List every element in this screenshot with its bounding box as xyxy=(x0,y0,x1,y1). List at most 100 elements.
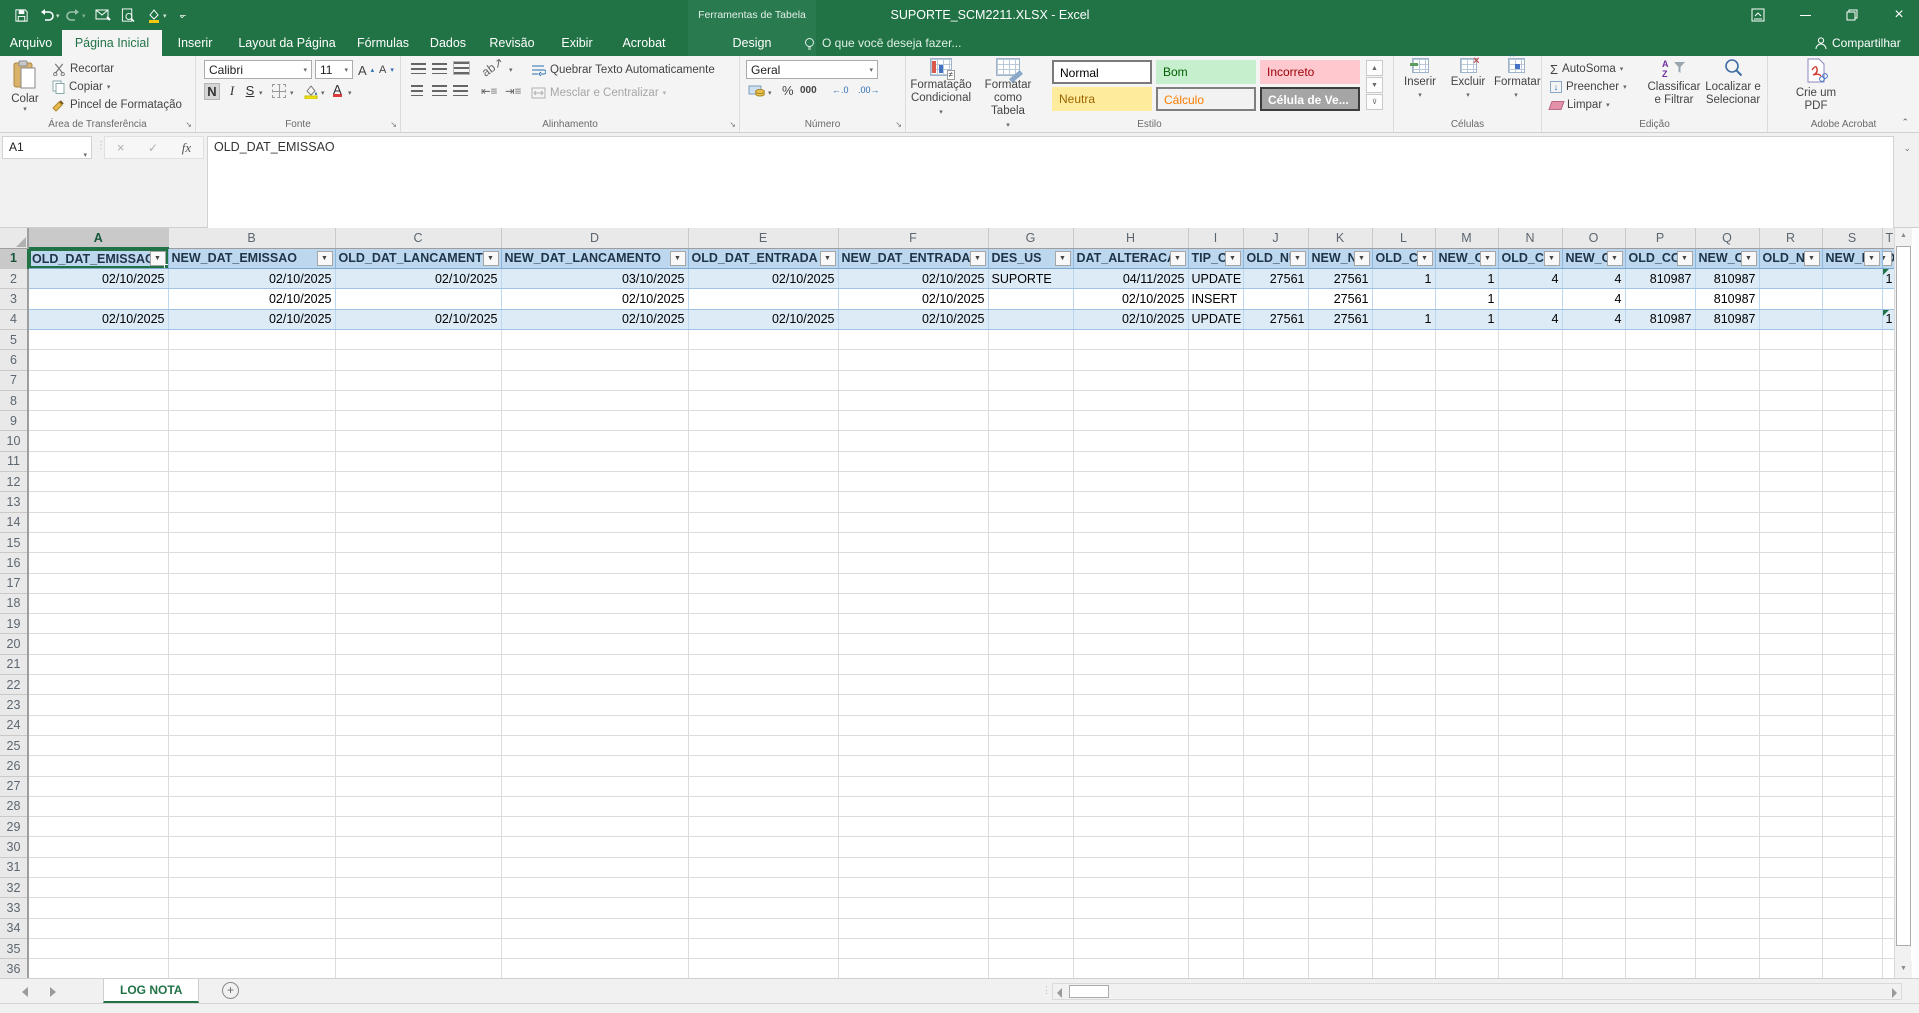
cell-F30[interactable] xyxy=(838,836,989,858)
cell-E8[interactable] xyxy=(688,390,839,412)
scroll-up-icon[interactable]: ▲ xyxy=(1895,228,1912,245)
cell-D33[interactable] xyxy=(501,897,689,919)
cell-J10[interactable] xyxy=(1243,430,1309,452)
table-header-cell-K1[interactable]: NEW_N ▼ xyxy=(1308,248,1373,270)
cell-H10[interactable] xyxy=(1073,430,1189,452)
cell-I19[interactable] xyxy=(1188,613,1244,635)
column-header-N[interactable]: N xyxy=(1498,228,1563,249)
cell-J21[interactable] xyxy=(1243,654,1309,676)
cell-A33[interactable] xyxy=(28,897,169,919)
cell-R32[interactable] xyxy=(1759,877,1823,899)
cell-J35[interactable] xyxy=(1243,938,1309,960)
cell-C11[interactable] xyxy=(335,451,502,473)
cell-K21[interactable] xyxy=(1308,654,1373,676)
cell-O4[interactable]: 4 xyxy=(1562,309,1626,330)
cell-R29[interactable] xyxy=(1759,816,1823,838)
cell-C6[interactable] xyxy=(335,349,502,371)
scroll-down-icon[interactable]: ▼ xyxy=(1895,961,1912,978)
cell-R14[interactable] xyxy=(1759,512,1823,533)
cell-L5[interactable] xyxy=(1372,329,1436,351)
cell-I2[interactable]: UPDATE xyxy=(1188,268,1244,290)
cell-F23[interactable] xyxy=(838,694,989,716)
cell-F14[interactable] xyxy=(838,512,989,533)
cell-F17[interactable] xyxy=(838,573,989,594)
cell-J31[interactable] xyxy=(1243,857,1309,879)
cell-T5[interactable] xyxy=(1882,329,1894,351)
row-header-13[interactable]: 13 xyxy=(0,491,29,513)
cell-Q10[interactable] xyxy=(1695,430,1760,452)
cell-H28[interactable] xyxy=(1073,796,1189,818)
increase-indent-icon[interactable]: ⇥≡ xyxy=(505,84,521,98)
tab-formulas[interactable]: Fórmulas xyxy=(352,30,414,56)
print-preview-icon[interactable] xyxy=(119,6,137,24)
table-header-cell-J1[interactable]: OLD_NU ▼ xyxy=(1243,248,1309,270)
cell-Q8[interactable] xyxy=(1695,390,1760,412)
cell-M14[interactable] xyxy=(1435,512,1499,533)
cell-F29[interactable] xyxy=(838,816,989,838)
cell-R12[interactable] xyxy=(1759,471,1823,493)
cell-P32[interactable] xyxy=(1625,877,1696,899)
cell-D3[interactable]: 02/10/2025 xyxy=(501,288,689,310)
cell-L21[interactable] xyxy=(1372,654,1436,676)
cell-B12[interactable] xyxy=(168,471,336,493)
cell-J4[interactable]: 27561 xyxy=(1243,309,1309,330)
cell-C10[interactable] xyxy=(335,430,502,452)
cell-I20[interactable] xyxy=(1188,633,1244,655)
cell-Q33[interactable] xyxy=(1695,897,1760,919)
cell-R22[interactable] xyxy=(1759,674,1823,696)
cell-L32[interactable] xyxy=(1372,877,1436,899)
cell-C14[interactable] xyxy=(335,512,502,533)
cell-D27[interactable] xyxy=(501,776,689,797)
column-header-Q[interactable]: Q xyxy=(1695,228,1760,249)
cell-Q17[interactable] xyxy=(1695,573,1760,594)
cell-G26[interactable] xyxy=(988,755,1074,777)
cell-K5[interactable] xyxy=(1308,329,1373,351)
cell-I24[interactable] xyxy=(1188,715,1244,736)
cell-L13[interactable] xyxy=(1372,491,1436,513)
clipboard-dialog-launcher-icon[interactable]: ↘ xyxy=(185,120,192,129)
cell-S24[interactable] xyxy=(1822,715,1883,736)
cell-M36[interactable] xyxy=(1435,958,1499,978)
row-header-18[interactable]: 18 xyxy=(0,593,29,615)
cell-D9[interactable] xyxy=(501,410,689,432)
cell-T21[interactable] xyxy=(1882,654,1894,676)
align-center-icon[interactable] xyxy=(432,85,447,96)
cell-D2[interactable]: 03/10/2025 xyxy=(501,268,689,290)
filter-dropdown-icon[interactable]: ▼ xyxy=(1479,250,1496,266)
cell-G13[interactable] xyxy=(988,491,1074,513)
cell-J29[interactable] xyxy=(1243,816,1309,838)
cell-F2[interactable]: 02/10/2025 xyxy=(838,268,989,290)
cell-G25[interactable] xyxy=(988,735,1074,757)
cell-S15[interactable] xyxy=(1822,532,1883,554)
cell-N22[interactable] xyxy=(1498,674,1563,696)
cell-L29[interactable] xyxy=(1372,816,1436,838)
cell-M29[interactable] xyxy=(1435,816,1499,838)
cell-E32[interactable] xyxy=(688,877,839,899)
cell-E16[interactable] xyxy=(688,552,839,574)
cell-A32[interactable] xyxy=(28,877,169,899)
cell-I27[interactable] xyxy=(1188,776,1244,797)
cell-B16[interactable] xyxy=(168,552,336,574)
cell-K28[interactable] xyxy=(1308,796,1373,818)
cell-D35[interactable] xyxy=(501,938,689,960)
cell-R34[interactable] xyxy=(1759,918,1823,939)
cell-H19[interactable] xyxy=(1073,613,1189,635)
cell-I34[interactable] xyxy=(1188,918,1244,939)
cell-L6[interactable] xyxy=(1372,349,1436,371)
cell-E10[interactable] xyxy=(688,430,839,452)
gallery-down-icon[interactable]: ▼ xyxy=(1366,77,1383,93)
column-header-G[interactable]: G xyxy=(988,228,1074,249)
cell-M17[interactable] xyxy=(1435,573,1499,594)
cell-D26[interactable] xyxy=(501,755,689,777)
cell-C5[interactable] xyxy=(335,329,502,351)
cell-E21[interactable] xyxy=(688,654,839,676)
cell-N32[interactable] xyxy=(1498,877,1563,899)
cell-M13[interactable] xyxy=(1435,491,1499,513)
table-header-cell-O1[interactable]: NEW_C ▼ xyxy=(1562,248,1626,270)
cell-T33[interactable] xyxy=(1882,897,1894,919)
cell-L14[interactable] xyxy=(1372,512,1436,533)
new-sheet-icon[interactable]: + xyxy=(222,982,239,999)
cell-T3[interactable] xyxy=(1882,288,1894,310)
cell-A3[interactable] xyxy=(28,288,169,310)
cell-K13[interactable] xyxy=(1308,491,1373,513)
